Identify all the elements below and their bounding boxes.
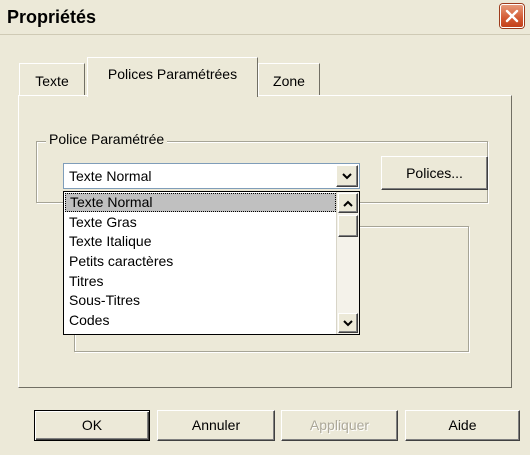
chevron-down-icon [343, 320, 353, 327]
combo-value: Texte Normal [69, 168, 152, 184]
list-item[interactable]: Petits caractères [65, 252, 336, 271]
scroll-thumb[interactable] [338, 215, 358, 237]
title-bar[interactable]: Propriétés [0, 0, 530, 35]
close-button[interactable] [500, 4, 524, 28]
tab-polices-parametrees[interactable]: Polices Paramétrées [87, 57, 258, 97]
font-combobox[interactable]: Texte Normal [63, 163, 360, 189]
chevron-down-icon [342, 173, 352, 180]
groupbox-legend: Police Paramétrée [46, 131, 168, 147]
list-item[interactable]: Texte Normal [65, 193, 336, 212]
list-item[interactable]: Codes [65, 311, 336, 330]
chevron-up-icon [343, 200, 353, 207]
ok-button[interactable]: OK [34, 410, 150, 441]
help-button[interactable]: Aide [405, 410, 520, 441]
dropdown-scrollbar[interactable] [336, 192, 359, 334]
list-item[interactable]: Titres [65, 272, 336, 291]
list-item[interactable]: Sous-Titres [65, 291, 336, 310]
polices-button[interactable]: Polices... [381, 156, 488, 190]
list-item[interactable]: Texte Italique [65, 232, 336, 251]
scroll-down-button[interactable] [338, 313, 358, 333]
window-title: Propriétés [7, 7, 97, 27]
apply-button[interactable]: Appliquer [281, 410, 398, 441]
scroll-up-button[interactable] [338, 193, 358, 213]
combo-dropdown-button[interactable] [336, 165, 358, 187]
close-icon [505, 9, 519, 23]
cancel-button[interactable]: Annuler [157, 410, 275, 441]
list-item[interactable]: Texte Gras [65, 213, 336, 232]
tab-texte[interactable]: Texte [19, 63, 85, 95]
font-dropdown-list[interactable]: Texte Normal Texte Gras Texte Italique P… [63, 191, 360, 335]
tab-zone[interactable]: Zone [258, 63, 320, 95]
